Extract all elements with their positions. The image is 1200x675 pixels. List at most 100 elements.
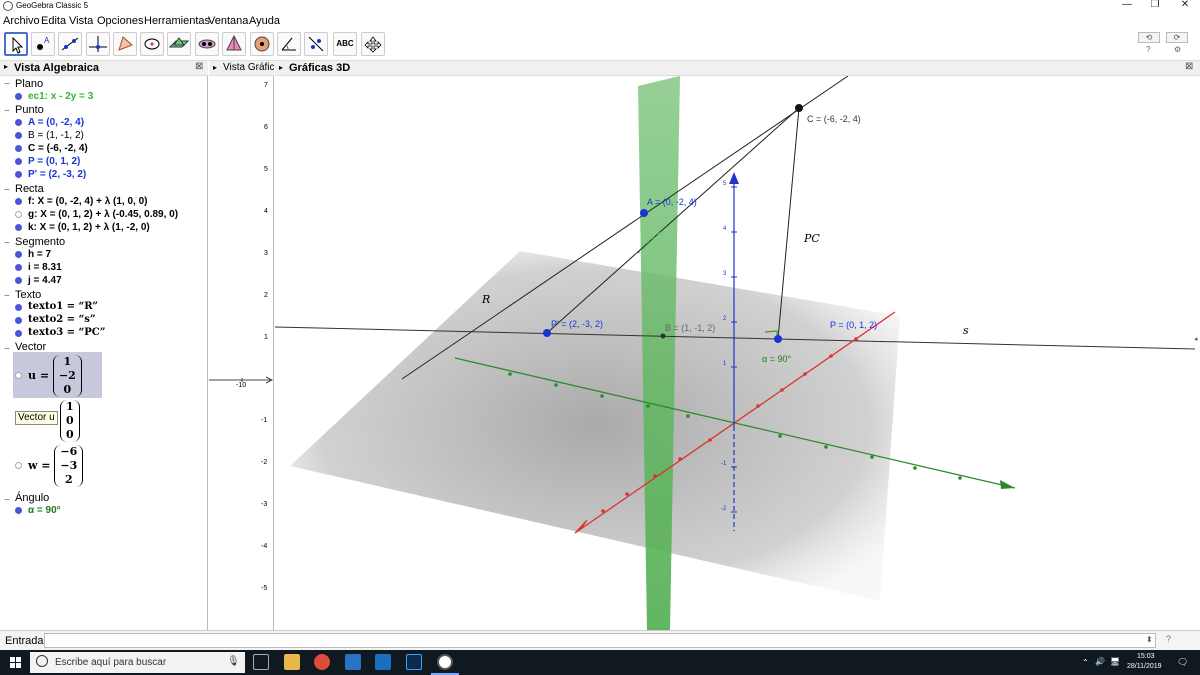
- file-explorer-icon[interactable]: [284, 654, 300, 670]
- close-view-icon[interactable]: ⊠: [1185, 61, 1193, 72]
- menu-herramientas[interactable]: Herramientas: [144, 15, 210, 27]
- plane-tool-button[interactable]: [167, 32, 191, 56]
- input-field[interactable]: [44, 633, 1156, 648]
- close-button[interactable]: ✕: [1170, 0, 1200, 10]
- algebra-item[interactable]: texto3 = “PC”: [28, 327, 106, 338]
- sigma-app-icon[interactable]: [375, 654, 391, 670]
- move-tool-button[interactable]: [4, 32, 28, 56]
- category-recta[interactable]: Recta: [15, 183, 44, 195]
- photoshop-icon[interactable]: [406, 654, 422, 670]
- circle-tool-button[interactable]: [140, 32, 164, 56]
- category-punto[interactable]: Punto: [15, 104, 44, 116]
- visibility-toggle[interactable]: [15, 317, 22, 324]
- close-view-icon[interactable]: ⊠: [195, 61, 203, 72]
- point-p[interactable]: [774, 335, 782, 343]
- menu-ventana[interactable]: Ventana: [208, 15, 248, 27]
- geogebra-taskbar-icon[interactable]: [437, 654, 453, 670]
- vector-w[interactable]: w = −6 −3 2: [28, 445, 84, 487]
- visibility-toggle[interactable]: [15, 119, 22, 126]
- microphone-icon[interactable]: 🎙: [227, 656, 240, 667]
- algebra-item[interactable]: k: X = (0, 1, 2) + λ (1, -2, 0): [28, 222, 150, 233]
- visibility-toggle[interactable]: [15, 264, 22, 271]
- visibility-toggle[interactable]: [15, 507, 22, 514]
- sphere-tool-button[interactable]: [250, 32, 274, 56]
- visibility-toggle[interactable]: [15, 372, 22, 379]
- collapse-triangle-icon[interactable]: ▸: [213, 63, 217, 72]
- visibility-toggle[interactable]: [15, 93, 22, 100]
- collapse-icon[interactable]: −: [4, 185, 10, 196]
- menu-edita[interactable]: Edita: [41, 15, 66, 27]
- visibility-toggle[interactable]: [15, 171, 22, 178]
- category-angulo[interactable]: Ángulo: [15, 492, 49, 504]
- input-history-icon[interactable]: ⬍: [1146, 635, 1153, 644]
- algebra-item[interactable]: C = (-6, -2, 4): [28, 143, 88, 154]
- algebra-item[interactable]: texto1 = “R”: [28, 301, 98, 312]
- collapse-icon[interactable]: −: [4, 291, 10, 302]
- collapse-triangle-icon[interactable]: ▸: [4, 62, 8, 71]
- point-tool-button[interactable]: A: [31, 32, 55, 56]
- menu-ayuda[interactable]: Ayuda: [249, 15, 280, 27]
- category-segmento[interactable]: Segmento: [15, 236, 65, 248]
- text-tool-button[interactable]: ABC: [333, 32, 357, 56]
- network-icon[interactable]: 🖥: [1110, 657, 1120, 666]
- category-plano[interactable]: Plano: [15, 78, 43, 90]
- algebra-item[interactable]: B = (1, -1, 2): [28, 130, 84, 141]
- visibility-toggle[interactable]: [15, 251, 22, 258]
- reflect-tool-button[interactable]: [304, 32, 328, 56]
- visibility-toggle[interactable]: [15, 211, 22, 218]
- visibility-toggle[interactable]: [15, 330, 22, 337]
- algebra-item[interactable]: P = (0, 1, 2): [28, 156, 80, 167]
- perpendicular-tool-button[interactable]: [86, 32, 110, 56]
- algebra-item[interactable]: i = 8.31: [28, 262, 62, 273]
- visibility-toggle[interactable]: [15, 158, 22, 165]
- algebra-item[interactable]: α = 90°: [28, 505, 61, 516]
- graphics-3d-view[interactable]: C = (-6, -2, 4) A = (0, -2, 4) P' = (2, …: [275, 76, 1195, 630]
- collapse-icon[interactable]: −: [4, 495, 10, 506]
- input-help-icon[interactable]: ?: [1166, 634, 1171, 644]
- settings-gear-icon[interactable]: ⚙: [1174, 45, 1181, 54]
- tray-chevron-icon[interactable]: ⌃: [1082, 658, 1089, 667]
- visibility-toggle[interactable]: [15, 198, 22, 205]
- visibility-toggle[interactable]: [15, 462, 22, 469]
- line-tool-button[interactable]: [58, 32, 82, 56]
- visibility-toggle[interactable]: [15, 145, 22, 152]
- point-c[interactable]: [795, 104, 803, 112]
- collapse-icon[interactable]: −: [4, 79, 10, 90]
- category-texto[interactable]: Texto: [15, 289, 41, 301]
- notifications-icon[interactable]: 🗨: [1177, 657, 1188, 668]
- menu-vista[interactable]: Vista: [69, 15, 93, 27]
- graphics-view[interactable]: -10 7 6 5 4 3 2 1 -1 -2 -3 -4 -5: [209, 76, 274, 630]
- algebra-item[interactable]: h = 7: [28, 249, 51, 260]
- collapse-icon[interactable]: −: [4, 106, 10, 117]
- intersect-tool-button[interactable]: [195, 32, 219, 56]
- media-app-icon[interactable]: [345, 654, 361, 670]
- algebra-item[interactable]: f: X = (0, -2, 4) + λ (1, 0, 0): [28, 196, 148, 207]
- collapse-triangle-icon[interactable]: ▸: [279, 63, 283, 72]
- redo-button[interactable]: ⟳: [1166, 32, 1188, 43]
- visibility-toggle[interactable]: [15, 277, 22, 284]
- visibility-toggle[interactable]: [15, 132, 22, 139]
- point-b[interactable]: [660, 333, 666, 339]
- algebra-item[interactable]: j = 4.47: [28, 275, 62, 286]
- point-p-prime[interactable]: [543, 329, 551, 337]
- volume-icon[interactable]: 🔊: [1095, 657, 1105, 666]
- algebra-item[interactable]: P' = (2, -3, 2): [28, 169, 86, 180]
- chrome-icon[interactable]: [314, 654, 330, 670]
- vector-u[interactable]: u = 1 −2 0: [28, 355, 82, 397]
- menu-opciones[interactable]: Opciones: [97, 15, 143, 27]
- visibility-toggle[interactable]: [15, 304, 22, 311]
- pyramid-tool-button[interactable]: [222, 32, 246, 56]
- polygon-tool-button[interactable]: [113, 32, 137, 56]
- collapse-icon[interactable]: −: [4, 238, 10, 249]
- side-panel-arrow-icon[interactable]: ◂: [1194, 335, 1198, 343]
- point-a[interactable]: [640, 209, 648, 217]
- menu-archivo[interactable]: Archivo: [3, 15, 40, 27]
- collapse-icon[interactable]: −: [4, 344, 10, 355]
- algebra-item[interactable]: texto2 = “s”: [28, 314, 96, 325]
- algebra-item[interactable]: A = (0, -2, 4): [28, 117, 84, 128]
- algebra-item[interactable]: g: X = (0, 1, 2) + λ (-0.45, 0.89, 0): [28, 209, 178, 220]
- taskbar-search-box[interactable]: Escribe aquí para buscar 🎙: [30, 652, 245, 673]
- visibility-toggle[interactable]: [15, 224, 22, 231]
- minimize-button[interactable]: —: [1112, 0, 1142, 10]
- angle-tool-button[interactable]: [277, 32, 301, 56]
